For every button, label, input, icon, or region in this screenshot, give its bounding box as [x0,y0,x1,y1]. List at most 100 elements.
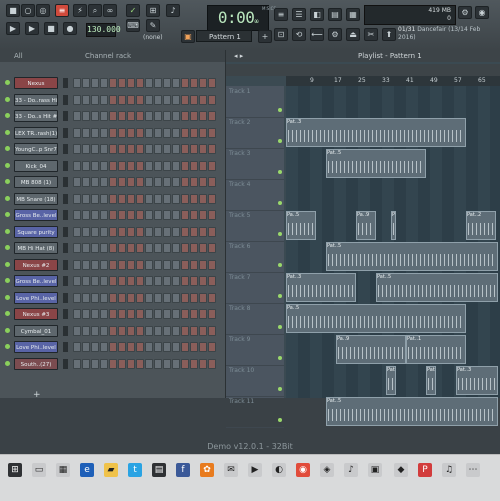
step-button[interactable] [208,342,216,352]
tool-6-icon[interactable]: ✂ [364,28,378,41]
channel-name-button[interactable]: Love Phi..level [14,291,58,304]
step-button[interactable] [154,309,162,319]
step-button[interactable] [82,78,90,88]
step-button[interactable] [172,144,180,154]
step-button[interactable] [145,177,153,187]
step-button[interactable] [91,309,99,319]
step-button[interactable] [100,127,108,138]
step-button[interactable] [145,243,153,253]
step-button[interactable] [82,127,90,138]
step-button[interactable] [208,325,216,336]
playlist-grid[interactable]: Pat..3Pat..5Pa..5Pa..9Pat..1Pat..2Pat..5… [286,86,500,426]
step-button[interactable] [109,309,117,319]
channel-row[interactable]: Love Phi..level [0,340,225,354]
app-8-icon[interactable]: ◆ [394,463,408,477]
channel-row[interactable]: MB 808 (1) [0,175,225,189]
track-mute-led[interactable] [278,232,282,236]
step-button[interactable] [118,111,126,121]
step-button[interactable] [100,111,108,121]
step-button[interactable] [127,94,135,105]
track-header[interactable]: Track 11 [226,396,284,428]
step-button[interactable] [154,226,162,237]
step-button[interactable] [181,94,189,105]
tool-1-icon[interactable]: ⊡ [274,28,288,41]
step-button[interactable] [136,78,144,88]
step-button[interactable] [82,325,90,336]
step-button[interactable] [145,78,153,88]
step-button[interactable] [190,111,198,121]
step-button[interactable] [172,160,180,171]
step-button[interactable] [181,78,189,88]
step-button[interactable] [163,111,171,121]
step-button[interactable] [100,276,108,286]
step-button[interactable] [181,309,189,319]
channel-filter[interactable]: All [14,50,23,62]
step-button[interactable] [82,111,90,121]
track-header[interactable]: Track 3 [226,148,284,180]
master-volume-icon[interactable]: ♪ [166,4,180,17]
channel-mixer-track[interactable] [63,259,68,270]
mode-toggle-icon[interactable]: ▶ [6,22,20,35]
step-button[interactable] [208,78,216,88]
track-mute-led[interactable] [278,108,282,112]
step-button[interactable] [163,243,171,253]
step-button[interactable] [145,292,153,303]
step-button[interactable] [181,358,189,369]
channel-row[interactable]: Nexus #3 [0,307,225,321]
step-button[interactable] [163,309,171,319]
step-button[interactable] [73,342,81,352]
pattern-clip[interactable]: Pat..5 [326,397,498,426]
channel-led[interactable] [5,195,10,201]
step-button[interactable] [181,127,189,138]
step-button[interactable] [73,144,81,154]
channel-mixer-track[interactable] [63,325,68,336]
channel-led[interactable] [5,179,10,184]
pattern-clip[interactable]: Pat..1 [406,335,466,364]
stepseq-icon[interactable]: ⌨ [126,19,140,32]
step-button[interactable] [163,292,171,303]
step-button[interactable] [199,358,207,369]
step-button[interactable] [172,94,180,105]
step-button[interactable] [100,309,108,319]
step-button[interactable] [208,276,216,286]
step-button[interactable] [73,193,81,204]
tool-2-icon[interactable]: ⟲ [292,28,306,41]
channel-name-button[interactable]: MB 808 (1) [14,176,58,188]
step-button[interactable] [127,292,135,303]
step-button[interactable] [136,259,144,270]
step-button[interactable] [181,259,189,270]
tool-4-icon[interactable]: ⚙ [328,28,342,41]
track-mute-led[interactable] [278,356,282,360]
step-button[interactable] [91,111,99,121]
step-button[interactable] [109,226,117,237]
step-button[interactable] [199,94,207,105]
edge-icon[interactable]: e [80,463,94,477]
step-button[interactable] [199,226,207,237]
step-button[interactable] [73,127,81,138]
step-button[interactable] [172,276,180,286]
step-button[interactable] [208,177,216,187]
step-button[interactable] [154,342,162,352]
tool-7-icon[interactable]: ⬆ [382,28,396,41]
track-mute-led[interactable] [278,294,282,298]
step-button[interactable] [118,276,126,286]
step-button[interactable] [118,210,126,220]
channel-row[interactable]: Cymbal_01 [0,324,225,338]
pattern-clip[interactable]: Pat..5 [326,149,426,178]
step-button[interactable] [118,127,126,138]
channel-led[interactable] [5,80,10,85]
step-button[interactable] [208,144,216,154]
step-button[interactable] [163,177,171,187]
step-button[interactable] [199,78,207,88]
step-button[interactable] [190,160,198,171]
play-icon[interactable]: ▶ [25,22,39,35]
step-button[interactable] [181,193,189,204]
channel-name-button[interactable]: 33 - Do..s Hit #2 [14,110,58,122]
pattern-clip[interactable]: Pa..5 [286,211,316,240]
step-button[interactable] [82,292,90,303]
step-button[interactable] [109,111,117,121]
countdown-icon[interactable]: ⌕ [88,4,102,17]
song-mode-icon[interactable]: ◎ [36,4,50,17]
step-button[interactable] [208,111,216,121]
channel-led[interactable] [5,146,10,151]
